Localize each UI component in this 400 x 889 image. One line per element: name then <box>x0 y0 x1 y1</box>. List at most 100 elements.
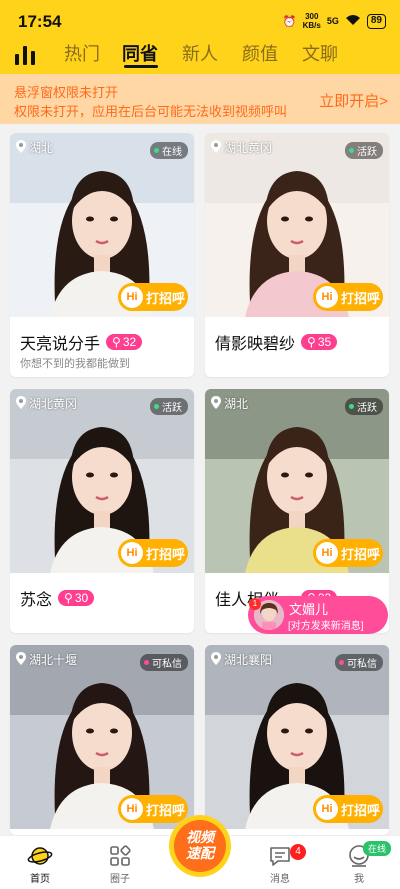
wifi-icon <box>345 14 361 29</box>
rank-chart-icon[interactable] <box>12 42 38 68</box>
hi-icon: Hi <box>316 542 338 564</box>
status-badge: 活跃 <box>345 398 383 415</box>
nav-circle[interactable]: 圈子 <box>90 842 150 885</box>
active-tab-indicator <box>124 65 158 68</box>
location-pin-icon <box>211 651 221 668</box>
location-text: 湖北黄冈 <box>29 397 78 411</box>
status-dot <box>349 404 354 409</box>
location-text: 湖北 <box>29 141 54 155</box>
status-text: 活跃 <box>357 403 377 414</box>
hi-icon: Hi <box>121 542 143 564</box>
name-row: 苏念 ⚲ 30 <box>20 586 95 610</box>
location-label: 湖北黄冈 <box>16 395 77 412</box>
name-row: 倩影映碧纱 ⚲ 35 <box>215 330 338 354</box>
notice-title: 悬浮窗权限未打开 <box>14 85 119 100</box>
user-card[interactable]: 湖北黄冈 活跃 Hi 打招呼 苏念 ⚲ 30 <box>10 389 194 633</box>
tab-new[interactable]: 新人 <box>182 40 218 66</box>
location-text: 湖北黄冈 <box>224 141 273 155</box>
network-speed: 300 KB/s <box>302 12 321 30</box>
nav-messages-label: 消息 <box>270 874 290 885</box>
key-icon: ⚲ <box>64 591 73 605</box>
nav-me-label: 我 <box>354 874 364 885</box>
user-name: 苏念 <box>20 592 53 609</box>
tab-hot[interactable]: 热门 <box>64 40 100 66</box>
location-label: 湖北黄冈 <box>211 139 272 156</box>
charm-count: 30 <box>74 591 89 605</box>
messages-unread-badge: 4 <box>290 844 306 860</box>
greet-button[interactable]: Hi 打招呼 <box>313 795 383 823</box>
tab-same-province[interactable]: 同省 <box>122 40 158 66</box>
location-pin-icon <box>16 395 26 412</box>
status-text: 在线 <box>162 147 182 158</box>
location-label: 湖北十堰 <box>16 651 77 668</box>
status-text: 可私信 <box>152 659 182 670</box>
charm-count: 35 <box>317 335 332 349</box>
user-card[interactable]: 湖北 在线 Hi 打招呼 天亮说分手 ⚲ 32 你想不到的我都能做到 <box>10 133 194 377</box>
new-message-toast[interactable]: 1 文媚儿 [对方发来新消息] <box>248 596 388 634</box>
alarm-icon: ⏰ <box>282 15 297 28</box>
location-label: 湖北襄阳 <box>211 651 272 668</box>
location-label: 湖北 <box>211 395 248 412</box>
status-badge: 活跃 <box>150 398 188 415</box>
user-name: 天亮说分手 <box>20 336 101 353</box>
user-card[interactable]: 湖北十堰 可私信 Hi 打招呼 <box>10 645 194 835</box>
greet-button[interactable]: Hi 打招呼 <box>118 283 188 311</box>
notice-body: 权限未打开，应用在后台可能无法收到视频呼叫 <box>14 104 288 119</box>
tab-text-chat[interactable]: 文聊 <box>302 40 338 66</box>
video-match-label: 视频 速配 <box>174 820 226 872</box>
status-badge: 可私信 <box>140 654 188 671</box>
toast-message: [对方发来新消息] <box>288 621 364 632</box>
enable-now-link[interactable]: 立即开启> <box>319 90 388 111</box>
status-dot <box>154 404 159 409</box>
status-badge: 可私信 <box>335 654 383 671</box>
hi-icon: Hi <box>121 286 143 308</box>
location-text: 湖北十堰 <box>29 653 78 667</box>
status-text: 活跃 <box>357 147 377 158</box>
planet-icon <box>10 842 70 870</box>
nav-home[interactable]: 首页 <box>10 842 70 885</box>
status-time: 17:54 <box>18 12 62 31</box>
status-text: 可私信 <box>347 659 377 670</box>
greet-button[interactable]: Hi 打招呼 <box>118 539 188 567</box>
status-icons: ⏰ 300 KB/s 5G 89 <box>283 12 386 30</box>
location-pin-icon <box>16 651 26 668</box>
name-row: 天亮说分手 ⚲ 32 <box>20 330 143 354</box>
user-card[interactable]: 湖北襄阳 可私信 Hi 打招呼 <box>205 645 389 835</box>
charm-count: 32 <box>122 335 137 349</box>
network-type: 5G <box>326 16 339 26</box>
user-name: 倩影映碧纱 <box>215 336 296 353</box>
location-label: 湖北 <box>16 139 53 156</box>
user-signature: 你想不到的我都能做到 <box>20 358 130 370</box>
battery-indicator: 89 <box>366 13 386 29</box>
greet-label: 打招呼 <box>341 802 381 818</box>
greet-label: 打招呼 <box>146 802 186 818</box>
video-match-button[interactable]: 视频 速配 <box>169 815 231 877</box>
status-dot <box>154 148 159 153</box>
status-dot <box>349 148 354 153</box>
hi-icon: Hi <box>316 286 338 308</box>
top-tab-bar: 热门 同省 新人 颜值 文聊 <box>0 40 400 74</box>
location-pin-icon <box>211 395 221 412</box>
tab-looks[interactable]: 颜值 <box>242 40 278 66</box>
greet-label: 打招呼 <box>341 290 381 306</box>
charm-badge: ⚲ 32 <box>106 334 143 350</box>
location-pin-icon <box>16 139 26 156</box>
nav-home-label: 首页 <box>30 874 50 885</box>
status-bar: 17:54 ⏰ 300 KB/s 5G 89 <box>0 0 400 40</box>
greet-button[interactable]: Hi 打招呼 <box>118 795 188 823</box>
greet-button[interactable]: Hi 打招呼 <box>313 283 383 311</box>
toast-sender-name: 文媚儿 <box>289 602 329 617</box>
greet-button[interactable]: Hi 打招呼 <box>313 539 383 567</box>
charm-badge: ⚲ 35 <box>301 334 338 350</box>
status-text: 活跃 <box>162 403 182 414</box>
hi-icon: Hi <box>121 798 143 820</box>
greet-label: 打招呼 <box>146 546 186 562</box>
user-card[interactable]: 湖北黄冈 活跃 Hi 打招呼 倩影映碧纱 ⚲ 35 <box>205 133 389 377</box>
status-dot <box>339 660 344 665</box>
status-badge: 在线 <box>150 142 188 159</box>
status-badge: 活跃 <box>345 142 383 159</box>
location-text: 湖北襄阳 <box>224 653 273 667</box>
online-status-badge: 在线 <box>363 841 392 856</box>
status-dot <box>144 660 149 665</box>
greet-label: 打招呼 <box>341 546 381 562</box>
